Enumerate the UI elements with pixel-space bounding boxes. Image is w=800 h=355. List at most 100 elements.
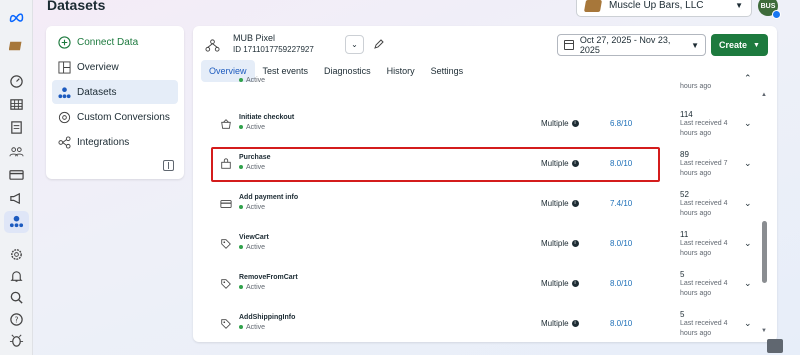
integration: Multiple i xyxy=(541,319,579,328)
event-count: 52 xyxy=(680,190,689,199)
chevron-down-icon[interactable]: ⌄ xyxy=(744,118,752,129)
table-row[interactable]: Add payment info Active Multiple i 7.4/10… xyxy=(193,185,765,225)
pixel-dropdown-button[interactable]: ⌄ xyxy=(345,35,364,54)
quality-score[interactable]: 6.8/10 xyxy=(610,119,632,128)
chevron-down-icon[interactable]: ⌄ xyxy=(744,238,752,249)
event-name: RemoveFromCart xyxy=(239,274,298,281)
connect-data-label: Connect Data xyxy=(77,36,139,48)
quality-score[interactable]: 7.4/10 xyxy=(610,199,632,208)
last-received: Last received 4 hours ago xyxy=(680,240,728,257)
megaphone-icon[interactable] xyxy=(8,190,25,207)
collapse-sidebar-icon[interactable] xyxy=(163,160,174,171)
events-scrollbar[interactable]: ▲ ▼ xyxy=(760,88,770,334)
chevron-down-icon[interactable]: ⌄ xyxy=(744,158,752,169)
shopping-bag-icon xyxy=(219,157,232,170)
date-range-picker[interactable]: Oct 27, 2025 - Nov 23, 2025 ▼ xyxy=(557,34,706,56)
business-name: Muscle Up Bars, LLC xyxy=(609,0,704,11)
active-dot-icon xyxy=(239,125,243,130)
chevron-up-icon[interactable]: ⌃ xyxy=(744,73,752,84)
events-manager-icon[interactable] xyxy=(8,213,25,230)
dashboard-icon[interactable] xyxy=(8,73,25,90)
quality-score[interactable]: 8.0/10 xyxy=(610,319,632,328)
last-received: Last received 4 hours ago xyxy=(680,120,728,137)
avatar[interactable]: BUS xyxy=(758,0,781,19)
left-nav: Connect Data Overview Datasets Custom Co… xyxy=(46,26,184,179)
table-row[interactable]: Purchase Active Multiple i 8.0/10 89 Last… xyxy=(193,145,765,185)
event-status: Active xyxy=(239,244,265,251)
nav-item-custom-conversions[interactable]: Custom Conversions xyxy=(52,105,178,129)
edit-pencil-icon[interactable] xyxy=(373,37,385,49)
active-dot-icon xyxy=(239,78,243,83)
business-logo-icon[interactable] xyxy=(8,37,25,54)
chevron-down-icon[interactable]: ⌄ xyxy=(744,278,752,289)
chevron-down-icon[interactable]: ⌄ xyxy=(744,318,752,329)
quality-score[interactable]: 8.0/10 xyxy=(610,279,632,288)
calendar-icon xyxy=(564,40,574,50)
audience-icon[interactable] xyxy=(8,143,25,160)
scroll-down-icon[interactable]: ▼ xyxy=(761,328,767,334)
avatar-initials: BUS xyxy=(760,2,776,10)
event-status: Active xyxy=(239,124,265,131)
global-nav-rail: ? xyxy=(0,0,33,355)
bug-report-icon[interactable] xyxy=(8,332,25,349)
nav-item-label: Overview xyxy=(77,61,119,73)
info-icon[interactable]: i xyxy=(571,160,579,168)
event-name: Purchase xyxy=(239,154,271,161)
event-name: Add payment info xyxy=(239,194,299,201)
info-icon[interactable]: i xyxy=(571,240,579,248)
corner-widget-icon[interactable] xyxy=(767,339,783,353)
pages-icon[interactable] xyxy=(8,119,25,136)
nav-item-label: Custom Conversions xyxy=(77,111,170,123)
create-button[interactable]: Create ▼ xyxy=(711,34,768,56)
meta-logo-icon[interactable] xyxy=(8,9,25,26)
chevron-down-icon[interactable]: ⌄ xyxy=(744,198,752,209)
pixel-id: ID 1711017759227927 xyxy=(233,45,314,54)
nav-item-overview[interactable]: Overview xyxy=(52,55,178,79)
last-received: Last received 4 hours ago xyxy=(680,320,728,337)
tag-icon xyxy=(219,317,232,330)
table-icon[interactable] xyxy=(8,96,25,113)
event-status: Active xyxy=(239,324,265,331)
event-status: Active xyxy=(239,164,265,171)
nav-item-label: Datasets xyxy=(77,86,117,98)
event-name: AddShippingInfo xyxy=(239,314,296,321)
nav-item-label: Integrations xyxy=(77,136,130,148)
chevron-down-icon: ▼ xyxy=(691,40,699,50)
table-row[interactable]: AddShippingInfo Active Multiple i 8.0/10 … xyxy=(193,305,765,342)
settings-icon[interactable] xyxy=(8,246,25,263)
chevron-down-icon: ⌄ xyxy=(351,40,358,49)
notifications-icon[interactable] xyxy=(8,268,25,285)
nav-item-integrations[interactable]: Integrations xyxy=(52,130,178,154)
help-icon[interactable]: ? xyxy=(8,311,25,328)
create-label: Create xyxy=(719,40,748,50)
table-row[interactable]: Initiate checkout Active Multiple i 6.8/1… xyxy=(193,105,765,145)
chevron-down-icon: ▼ xyxy=(753,41,760,49)
active-dot-icon xyxy=(239,205,243,210)
last-received: hours ago xyxy=(680,83,712,90)
quality-score[interactable]: 8.0/10 xyxy=(610,239,632,248)
event-status: Active xyxy=(239,77,265,84)
business-selector[interactable]: Muscle Up Bars, LLC ▼ xyxy=(576,0,752,17)
event-count: 89 xyxy=(680,150,689,159)
page-title: Datasets xyxy=(47,0,106,13)
nav-item-datasets[interactable]: Datasets xyxy=(52,80,178,104)
billing-icon[interactable] xyxy=(8,166,25,183)
scrollbar-thumb[interactable] xyxy=(762,221,767,283)
connect-data-button[interactable]: Connect Data xyxy=(52,30,178,54)
info-icon[interactable]: i xyxy=(571,280,579,288)
table-row[interactable]: RemoveFromCart Active Multiple i 8.0/10 5… xyxy=(193,265,765,305)
pixel-name: MUB Pixel xyxy=(233,33,276,43)
overview-icon xyxy=(58,60,71,74)
info-icon[interactable]: i xyxy=(571,320,579,328)
datasets-icon xyxy=(58,86,71,99)
table-row[interactable]: Active hours ago ⌃ xyxy=(193,69,765,109)
scroll-up-icon[interactable]: ▲ xyxy=(761,92,767,98)
event-count: 5 xyxy=(680,270,685,279)
checkout-basket-icon xyxy=(219,117,232,130)
info-icon[interactable]: i xyxy=(571,200,579,208)
search-icon[interactable] xyxy=(8,289,25,306)
info-icon[interactable]: i xyxy=(571,120,579,128)
table-row[interactable]: ViewCart Active Multiple i 8.0/10 11 Last… xyxy=(193,225,765,265)
event-status: Active xyxy=(239,204,265,211)
quality-score[interactable]: 8.0/10 xyxy=(610,159,632,168)
